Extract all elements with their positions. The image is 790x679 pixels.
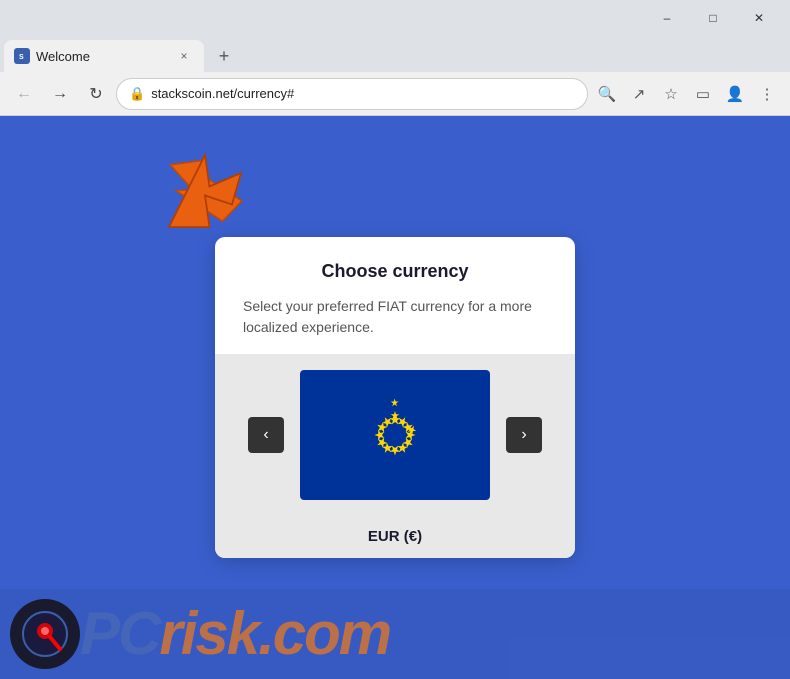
toolbar: ← → ↻ 🔒 stackscoin.net/currency# 🔍 ↗ ☆ ▭… — [0, 72, 790, 116]
currency-card: Choose currency Select your preferred FI… — [215, 237, 575, 558]
watermark-text: PCrisk.com — [80, 604, 390, 664]
next-button[interactable]: › — [506, 417, 542, 453]
tab-favicon: S — [14, 48, 30, 64]
page-content: Choose currency Select your preferred FI… — [0, 116, 790, 679]
card-title: Choose currency — [243, 261, 547, 282]
new-tab-button[interactable]: + — [208, 40, 240, 72]
url-text: stackscoin.net/currency# — [151, 86, 575, 101]
search-button[interactable]: 🔍 — [592, 79, 622, 109]
browser-window: – □ ✕ S Welcome × + ← — [0, 0, 790, 679]
bookmark-button[interactable]: ☆ — [656, 79, 686, 109]
reload-button[interactable]: ↻ — [80, 78, 112, 110]
title-bar: – □ ✕ — [0, 0, 790, 36]
close-button[interactable]: ✕ — [736, 2, 782, 34]
currency-label: EUR (€) — [368, 528, 422, 545]
svg-text:S: S — [19, 54, 24, 61]
active-tab[interactable]: S Welcome × — [4, 40, 204, 72]
card-description: Select your preferred FIAT currency for … — [243, 296, 547, 338]
tab-title: Welcome — [36, 49, 168, 64]
eu-flag-container — [300, 370, 490, 500]
back-button[interactable]: ← — [8, 78, 40, 110]
window-controls: – □ ✕ — [644, 2, 782, 34]
sidebar-button[interactable]: ▭ — [688, 79, 718, 109]
profile-button[interactable]: 👤 — [720, 79, 750, 109]
prev-button[interactable]: ‹ — [248, 417, 284, 453]
eu-flag — [330, 390, 460, 480]
forward-button[interactable]: → — [44, 78, 76, 110]
arrow-annotation — [160, 146, 250, 236]
watermark-icon — [10, 599, 80, 669]
card-body: ‹ — [215, 354, 575, 516]
watermark: PCrisk.com — [0, 589, 790, 679]
lock-icon: 🔒 — [129, 86, 145, 102]
tab-close-button[interactable]: × — [174, 46, 194, 66]
address-bar[interactable]: 🔒 stackscoin.net/currency# — [116, 78, 588, 110]
minimize-button[interactable]: – — [644, 2, 690, 34]
card-footer: EUR (€) — [215, 516, 575, 558]
maximize-button[interactable]: □ — [690, 2, 736, 34]
share-button[interactable]: ↗ — [624, 79, 654, 109]
menu-button[interactable]: ⋮ — [752, 79, 782, 109]
card-header: Choose currency Select your preferred FI… — [215, 237, 575, 354]
tab-bar: S Welcome × + — [0, 36, 790, 72]
toolbar-actions: 🔍 ↗ ☆ ▭ 👤 ⋮ — [592, 79, 782, 109]
